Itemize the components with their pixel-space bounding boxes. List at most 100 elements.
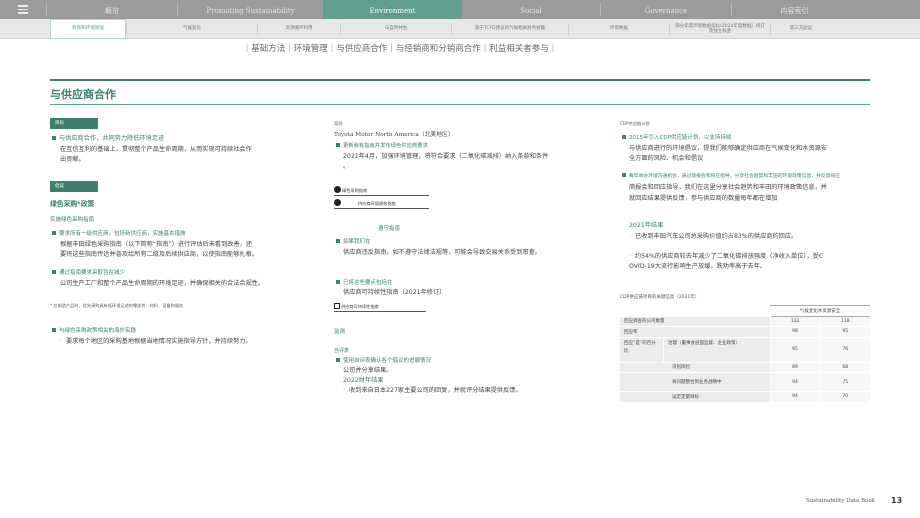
published-heading: 已将这些要点包括在 <box>336 278 596 288</box>
comply-text: 供应商违反指南，如不遵守法律法规等，可能会导致交易关系受到审查。 <box>343 249 541 256</box>
case-label: 案例 <box>334 121 343 126</box>
survey-result-label: 2022财年结果 <box>343 377 384 384</box>
bullet-icon <box>52 270 56 274</box>
published-text: 供应商可持续性指南（2021年修订） <box>343 289 446 296</box>
table-row: 回应率 98 95 <box>620 326 870 338</box>
cdp-text-2-2: 就回应结果提供反馈，参与供应商的数量每年都在增加 <box>629 195 778 202</box>
bullet-1-text-1: 根据丰田绿色采购指南（以下简称“指南”）进行评估后未看到改善，还 <box>60 241 253 248</box>
bullet-2-text: 公司生产工厂和整个产品生命周期的环境足迹，并确保相关的合法合规性。 <box>60 280 265 287</box>
table-row-label: 将问题整合到业务战略中 <box>620 372 770 392</box>
section-nav[interactable]: ｜基础方法｜环境管理｜与供应商合作｜与经销商和分销商合作｜利益相关者参与｜ <box>0 42 800 54</box>
cdp-result-2-2: OVID-19大流行影响生产放缓，跌劝率高于去年。 <box>629 263 767 270</box>
bullet-icon <box>622 173 626 177</box>
case-text-2: 。 <box>343 163 350 170</box>
cdp-heading-1: 2015年引入CDP供应链计划，以支持持续 <box>622 133 892 143</box>
supplier-env-guideline-link-text: 供应商环境绩效指南 <box>358 201 396 206</box>
bullet-3-heading-text: 与绿色采购政策相关的海外实践 <box>59 328 137 334</box>
tab-social[interactable]: Social <box>462 0 600 19</box>
table-cell: 68 <box>819 362 870 373</box>
comply-label: 遵守指南 <box>377 226 400 232</box>
table-cell: 118 <box>819 316 870 327</box>
cdp-heading-2: 每年举办环境沟通机会，通过简报会和响应指导，分享社会趋势和丰田的环境政策信息，并… <box>622 172 920 182</box>
table-cell: 89 <box>769 362 820 373</box>
subtab-climate[interactable]: 气候变化 <box>127 19 257 39</box>
tab-content-index[interactable]: 内容索引 <box>732 0 857 19</box>
goal-heading-text: 与供应商合作，共同努力降低环境足迹 <box>59 135 165 142</box>
initiative-tag: 倡议 <box>50 181 98 192</box>
table-row-label: 识别风险 <box>620 362 770 373</box>
table-row-label: 设定定量目标 <box>620 391 770 403</box>
tab-governance[interactable]: Governance <box>601 0 731 19</box>
table-cell: 70 <box>819 391 870 403</box>
tab-environment[interactable]: Environment <box>323 0 462 19</box>
goal-tag: 目标 <box>50 118 98 129</box>
green-procurement-sub: 实施绿色采购指南 <box>50 217 95 223</box>
goal-text-2: 出贡献。 <box>60 156 85 163</box>
bullet-3-text: 要求每个地区的采购基地根据当地情况实施指导方针，并持续努力。 <box>60 337 310 347</box>
table-row-label: 回应调查的公司数量 <box>620 316 770 327</box>
title-rule-bottom <box>50 104 870 105</box>
bullet-1-text-2: 要将这些指南传达并普及给所有二级及后续供应商，以使指南能够扎根。 <box>60 251 258 258</box>
subtab-nature[interactable]: 与自然共生 <box>341 19 451 39</box>
survey-heading-text: 使用自评表确认各个倡议的进展情况 <box>343 358 432 364</box>
table-row: 回应调查的公司数量 133 118 <box>620 316 870 327</box>
cdp-result-2-1: 约54%的供应商较去年减少了二氧化碳排放强度（净收入单位），受C <box>629 252 909 262</box>
cdp-result-1: 已收到丰田汽车公司总采购价值约占83%的供应商的回应。 <box>629 232 909 242</box>
table-cell: 94 <box>769 372 820 392</box>
bullet-icon <box>52 328 56 332</box>
subtab-policy[interactable]: 政策和环境管理 <box>50 19 126 39</box>
footnote: * 在制造产品时，优先采购具有低环境足迹的零部件、材料、设备和服务 <box>50 303 184 308</box>
bullet-icon <box>336 143 340 147</box>
cdp-heading-1-text: 2015年引入CDP供应链计划，以支持持续 <box>629 135 732 141</box>
audit-label: 监测 <box>334 329 346 335</box>
table-row: 将问题整合到业务战略中 94 75 <box>620 372 870 392</box>
menu-icon[interactable] <box>0 0 46 19</box>
subtab-tcfd[interactable]: 基于TCFD建议的气候相关财务披露 <box>452 19 568 39</box>
goal-text-1: 在互信互利的基础上，贯彻整个产品生命周期，从而实现可持续社会作 <box>60 146 252 153</box>
published-heading-text: 已将这些要点包括在 <box>343 280 393 286</box>
bullet-3-heading: 与绿色采购政策相关的海外实践 <box>52 326 302 336</box>
case-text-1: 2021年4月，加强环境管理，将符合要求（二氧化碳减排）纳入条款和条件 <box>343 153 549 160</box>
cdp-result-label: 2021年结果 <box>629 222 664 229</box>
table-header: 气候变化水资源安全 <box>770 305 870 317</box>
green-guideline-link[interactable]: 绿色采购指南 <box>334 186 429 196</box>
table-cell: 76 <box>819 337 870 363</box>
bullet-2-heading: 通过指南要求采取旨在减少 <box>52 268 302 278</box>
survey-label: 自评表 <box>334 348 350 354</box>
table-row: 识别风险 89 68 <box>620 362 870 373</box>
table-row-label: 治理（董事会层面监督、企业政策） <box>668 340 740 346</box>
sustainability-guideline-link-text: 供应商可持续性指南 <box>341 304 379 309</box>
subtab-revision[interactable]: 部分年度环境数据指标(2020年度数据）修订及独立核查 <box>670 19 770 39</box>
page-number: 13 <box>891 496 903 505</box>
case-heading: 更新我有指南并发布绿色供应商要求 <box>336 141 596 151</box>
survey-result-text: 收到来自日本227家主要公司的回复，并就评分结果提供反馈。 <box>343 386 608 396</box>
external-link-icon <box>334 199 341 206</box>
table-row-label: 回应率 <box>620 326 770 338</box>
sustainability-guideline-link[interactable]: 供应商可持续性指南 <box>334 302 426 312</box>
bullet-icon <box>336 280 340 284</box>
page-title: 与供应商合作 <box>50 88 116 101</box>
table-group-cell: 回应“是”的百分比 治理（董事会层面监督、企业政策） <box>620 337 770 363</box>
tab-overview[interactable]: 概览 <box>47 0 177 19</box>
subtab-verification[interactable]: 第三方验证 <box>771 19 831 39</box>
bullet-1-heading: 要求所有一级供应商，包括新供应商，实施基本措施 <box>52 229 307 239</box>
bullet-icon <box>622 135 626 139</box>
bullet-icon <box>336 358 340 362</box>
tab-promoting-sustainability[interactable]: Promoting Sustainability <box>178 0 323 19</box>
comply-heading: 如果我们在 <box>336 237 596 247</box>
cdp-text-1-2: 全方面的风险、机会和倡议 <box>629 155 704 162</box>
case-company: Toyota Motor North America（北美地区） <box>334 132 454 138</box>
subtab-env-data[interactable]: 环境数据 <box>569 19 669 39</box>
cdp-label: CDP供应链计划 <box>620 121 650 126</box>
table-row: 设定定量目标 94 70 <box>620 391 870 403</box>
bullet-1-heading-text: 要求所有一级供应商，包括新供应商，实施基本措施 <box>59 231 186 237</box>
chevron-icon <box>334 303 340 309</box>
sub-nav: 政策和环境管理 气候变化 资源循环利用 与自然共生 基于TCFD建议的气候相关财… <box>0 19 920 39</box>
table-row: 回应“是”的百分比 治理（董事会层面监督、企业政策） 95 76 <box>620 337 870 363</box>
supplier-env-guideline-link[interactable]: 供应商环境绩效指南 <box>334 199 429 209</box>
subtab-resource[interactable]: 资源循环利用 <box>258 19 340 39</box>
case-heading-text: 更新我有指南并发布绿色供应商要求 <box>343 143 428 149</box>
table-cell: 94 <box>769 391 820 403</box>
table-cell: 95 <box>819 326 870 338</box>
goal-heading: 与供应商合作，共同努力降低环境足迹 <box>52 134 302 144</box>
